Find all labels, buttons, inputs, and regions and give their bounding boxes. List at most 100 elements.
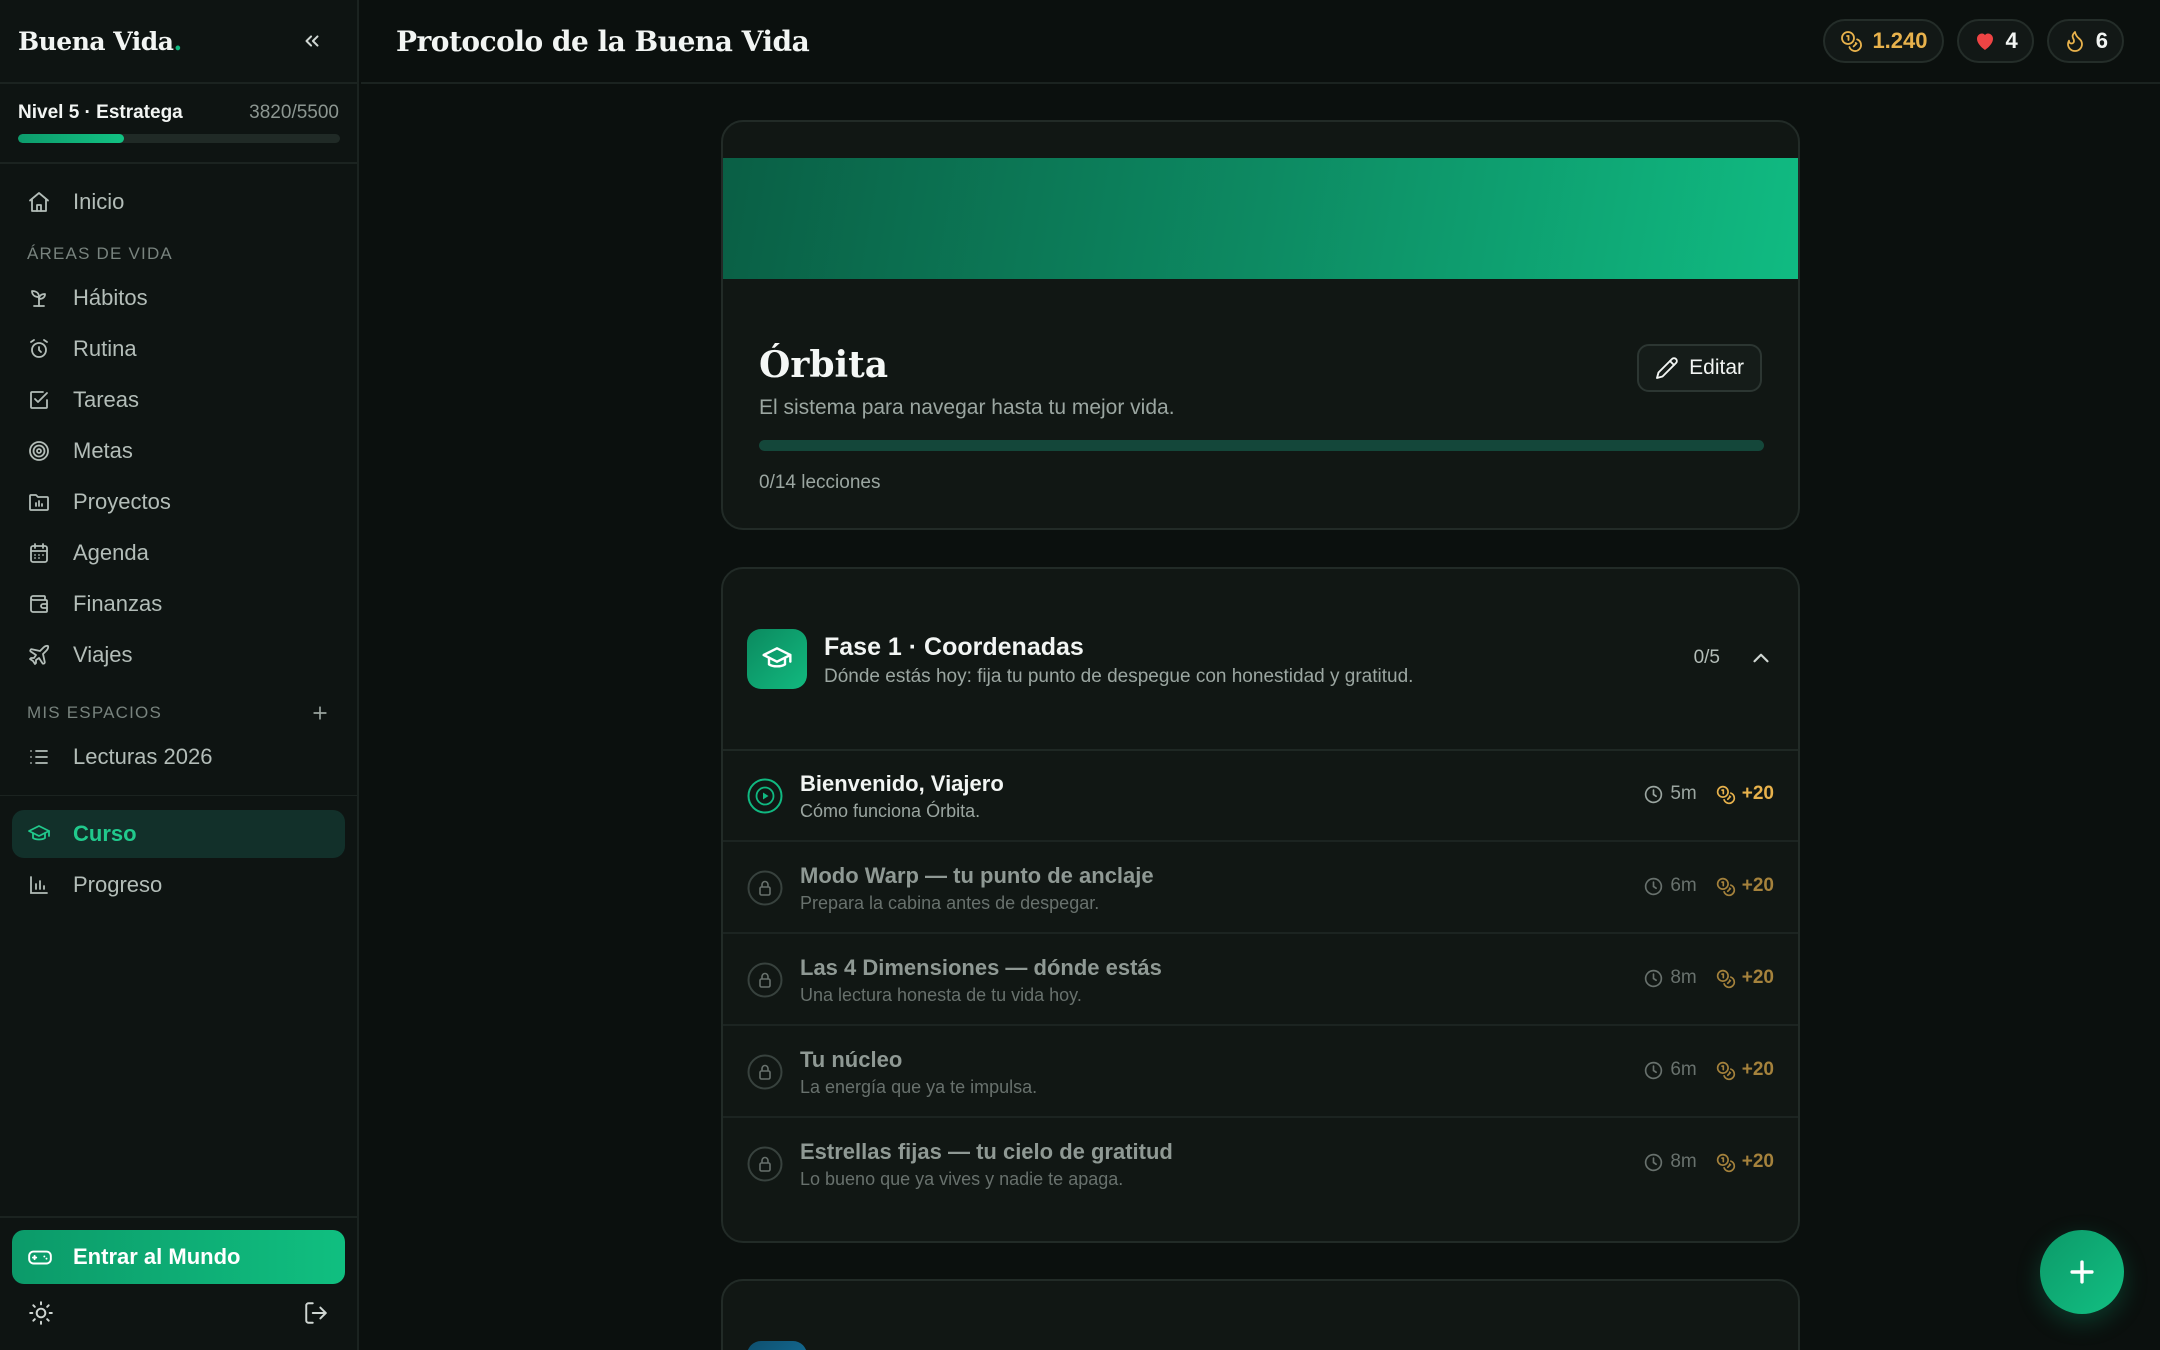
lesson-item[interactable]: Las 4 Dimensiones — dónde estás Una lect… bbox=[723, 935, 1798, 1026]
enter-world-label: Entrar al Mundo bbox=[73, 1244, 241, 1269]
sidebar-item-inicio[interactable]: Inicio bbox=[12, 178, 345, 226]
sidebar-item-label: Lecturas 2026 bbox=[73, 744, 213, 769]
sidebar-item-lecturas-2026[interactable]: Lecturas 2026 bbox=[12, 733, 345, 781]
section-spaces-label: MIS ESPACIOS bbox=[12, 693, 345, 733]
lesson-item[interactable]: Tu núcleo La energía que ya te impulsa. … bbox=[723, 1027, 1798, 1118]
phase-header[interactable]: Fase 1 · Coordenadas Dónde estás hoy: fi… bbox=[723, 569, 1798, 751]
coins-badge[interactable]: 1.240 bbox=[1823, 19, 1944, 63]
hearts-value: 4 bbox=[2005, 28, 2018, 53]
top-header: Protocolo de la Buena Vida 1.240 4 6 bbox=[361, 0, 2160, 84]
edit-course-button[interactable]: Editar bbox=[1637, 344, 1762, 392]
lesson-title: Modo Warp — tu punto de anclaje bbox=[800, 863, 1154, 888]
sidebar-item-label: Agenda bbox=[73, 540, 149, 565]
sidebar-item-curso[interactable]: Curso bbox=[12, 810, 345, 858]
lesson-duration-value: 5m bbox=[1670, 783, 1697, 804]
course-title: Órbita bbox=[759, 344, 889, 386]
logout-button[interactable] bbox=[301, 1298, 331, 1328]
brand-logo[interactable]: Buena Vida. bbox=[18, 27, 182, 56]
add-fab-button[interactable] bbox=[2040, 1230, 2124, 1314]
chevrons-left-icon bbox=[305, 35, 319, 47]
clock-icon bbox=[1645, 877, 1663, 895]
coins-value: 1.240 bbox=[1872, 28, 1928, 53]
lock-icon bbox=[747, 870, 783, 906]
coins-icon bbox=[1716, 785, 1735, 804]
plus-icon bbox=[313, 706, 327, 720]
brand-name: Buena Vida bbox=[18, 26, 174, 56]
hearts-badge[interactable]: 4 bbox=[1956, 19, 2034, 63]
course-card: Órbita El sistema para navegar hasta tu … bbox=[721, 120, 1800, 530]
sidebar-item-label: Curso bbox=[73, 821, 137, 846]
sprout-icon bbox=[31, 290, 46, 307]
phase-title: Fase 1 · Coordenadas bbox=[824, 633, 1084, 661]
sidebar-item-rutina[interactable]: Rutina bbox=[12, 325, 345, 373]
edit-label: Editar bbox=[1689, 356, 1744, 379]
sidebar-footer: Entrar al Mundo bbox=[0, 1216, 357, 1350]
lesson-description: Una lectura honesta de tu vida hoy. bbox=[800, 985, 1082, 1005]
lesson-reward: +20 bbox=[1715, 967, 1774, 989]
coins-icon bbox=[1716, 1061, 1735, 1080]
lesson-reward-value: +20 bbox=[1741, 875, 1774, 896]
sidebar-item-label: Viajes bbox=[73, 642, 133, 667]
pencil-icon bbox=[1656, 357, 1678, 379]
folder-chart-icon bbox=[29, 494, 49, 511]
lesson-title: Bienvenido, Viajero bbox=[800, 771, 1004, 796]
clock-icon bbox=[1645, 969, 1663, 987]
lesson-duration-value: 8m bbox=[1670, 967, 1697, 988]
sidebar-item-metas[interactable]: Metas bbox=[12, 427, 345, 475]
flame-icon bbox=[2066, 31, 2083, 52]
add-space-button[interactable] bbox=[310, 703, 330, 723]
sidebar-item-finanzas[interactable]: Finanzas bbox=[12, 580, 345, 628]
phase-icon-tile bbox=[747, 1341, 807, 1350]
sidebar-item-agenda[interactable]: Agenda bbox=[12, 529, 345, 577]
sidebar-item-viajes[interactable]: Viajes bbox=[12, 631, 345, 679]
lesson-reward: +20 bbox=[1715, 783, 1774, 805]
coins-icon bbox=[1841, 31, 1863, 52]
lesson-duration: 8m bbox=[1643, 967, 1697, 989]
lesson-duration: 8m bbox=[1643, 1151, 1697, 1173]
streak-badge[interactable]: 6 bbox=[2046, 19, 2124, 63]
lesson-item[interactable]: Bienvenido, Viajero Cómo funciona Órbita… bbox=[723, 751, 1798, 842]
phase-icon-tile bbox=[747, 629, 807, 689]
lesson-reward-value: +20 bbox=[1741, 783, 1774, 804]
coins-icon bbox=[1716, 1153, 1735, 1172]
lesson-duration: 6m bbox=[1643, 875, 1697, 897]
level-progress-fill bbox=[18, 134, 125, 143]
sidebar-item-tareas[interactable]: Tareas bbox=[12, 376, 345, 424]
sidebar-item-proyectos[interactable]: Proyectos bbox=[12, 478, 345, 526]
sidebar-item-label: Inicio bbox=[73, 189, 125, 214]
sidebar: Buena Vida. Nivel 5 · Estratega 3820/550… bbox=[0, 0, 359, 1350]
phase-count: 0/5 bbox=[1693, 647, 1720, 668]
course-lesson-count: 0/14 lecciones bbox=[759, 472, 881, 493]
lock-icon bbox=[747, 1146, 783, 1182]
course-subtitle: El sistema para navegar hasta tu mejor v… bbox=[759, 396, 1175, 419]
phase-collapse-toggle[interactable] bbox=[1748, 645, 1774, 671]
phase-card: Fase 1 · Coordenadas Dónde estás hoy: fi… bbox=[721, 567, 1800, 1243]
page-title: Protocolo de la Buena Vida bbox=[396, 24, 810, 58]
level-progress: Nivel 5 · Estratega 3820/5500 bbox=[0, 84, 357, 164]
lesson-reward: +20 bbox=[1715, 1151, 1774, 1173]
lesson-title: Las 4 Dimensiones — dónde estás bbox=[800, 955, 1162, 980]
graduation-cap-icon bbox=[762, 647, 792, 668]
lesson-item[interactable]: Modo Warp — tu punto de anclaje Prepara … bbox=[723, 843, 1798, 934]
sidebar-item-habitos[interactable]: Hábitos bbox=[12, 274, 345, 322]
wallet-icon bbox=[30, 595, 48, 613]
lock-icon bbox=[747, 962, 783, 998]
course-banner bbox=[723, 158, 1798, 279]
gamepad-icon bbox=[28, 1250, 52, 1265]
logout-icon bbox=[305, 1302, 327, 1324]
sidebar-nav: Inicio ÁREAS DE VIDA Hábitos Rutina Tare… bbox=[0, 164, 357, 909]
lesson-reward: +20 bbox=[1715, 1059, 1774, 1081]
play-circle-icon bbox=[747, 778, 783, 814]
bar-chart-icon bbox=[30, 876, 48, 894]
clock-icon bbox=[1645, 1061, 1663, 1079]
sidebar-item-progreso[interactable]: Progreso bbox=[12, 861, 345, 909]
collapse-sidebar-button[interactable] bbox=[295, 24, 329, 58]
sidebar-item-label: Tareas bbox=[73, 387, 140, 412]
lesson-item[interactable]: Estrellas fijas — tu cielo de gratitud L… bbox=[723, 1119, 1798, 1210]
enter-world-button[interactable]: Entrar al Mundo bbox=[12, 1230, 345, 1284]
lesson-duration: 5m bbox=[1643, 783, 1697, 805]
lesson-reward-value: +20 bbox=[1741, 1059, 1774, 1080]
lesson-reward-value: +20 bbox=[1741, 967, 1774, 988]
phase-card-next[interactable] bbox=[721, 1279, 1800, 1350]
theme-toggle-button[interactable] bbox=[26, 1298, 56, 1328]
